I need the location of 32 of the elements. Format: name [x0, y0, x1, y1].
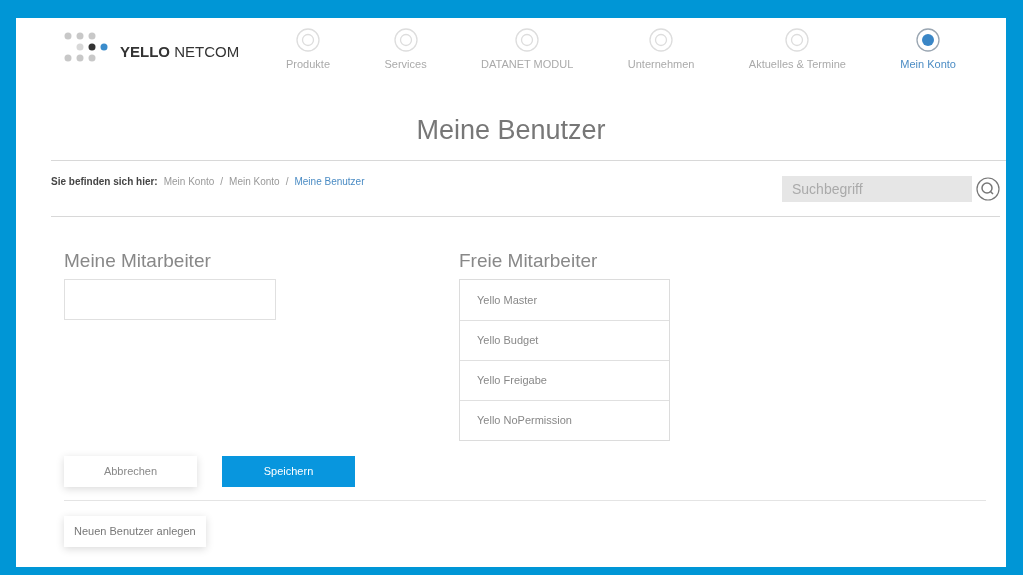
breadcrumb-separator: /	[285, 175, 289, 189]
radio-icon	[296, 28, 320, 52]
nav-item[interactable]: Services	[384, 28, 427, 73]
cancel-button[interactable]: Abbrechen	[64, 456, 197, 487]
section-heading: Freie Mitarbeiter	[459, 249, 599, 273]
nav-item[interactable]: Unternehmen	[627, 28, 695, 73]
staff-list-item[interactable]: Yello Budget	[460, 320, 669, 360]
staff-list-item[interactable]: Yello Freigabe	[460, 360, 669, 400]
section-heading: Meine Mitarbeiter	[64, 249, 212, 273]
breadcrumb-link[interactable]: Mein Konto	[163, 174, 215, 189]
brand-name: YELLO NETCOM	[120, 41, 240, 62]
nav-item[interactable]: DATANET MODUL	[481, 28, 574, 73]
staff-list-item[interactable]: Yello NoPermission	[460, 400, 669, 440]
breadcrumb-link[interactable]: Meine Benutzer	[294, 174, 365, 189]
radio-icon	[649, 28, 674, 52]
search-icon[interactable]	[976, 176, 1000, 201]
logo-icon	[64, 32, 108, 64]
save-button[interactable]: Speichern	[222, 456, 355, 487]
breadcrumb-link[interactable]: Mein Konto	[229, 174, 280, 189]
staff-list-item[interactable]: Yello Master	[460, 280, 669, 320]
nav-item[interactable]: Mein Konto	[900, 28, 956, 73]
nav-item[interactable]: Aktuelles & Termine	[748, 28, 846, 73]
radio-icon	[393, 28, 418, 52]
radio-icon	[785, 28, 810, 52]
radio-icon	[515, 28, 540, 52]
breadcrumb-label: Sie befinden sich hier:	[51, 175, 158, 189]
radio-on-icon	[916, 28, 941, 52]
breadcrumb-separator: /	[220, 175, 224, 189]
nav-item[interactable]: Produkte	[286, 28, 331, 73]
page-title: Meine Benutzer	[415, 114, 607, 147]
search-field[interactable]: Suchbegriff	[782, 175, 972, 202]
new-user-button[interactable]: Neuen Benutzer anlegen	[64, 516, 206, 547]
